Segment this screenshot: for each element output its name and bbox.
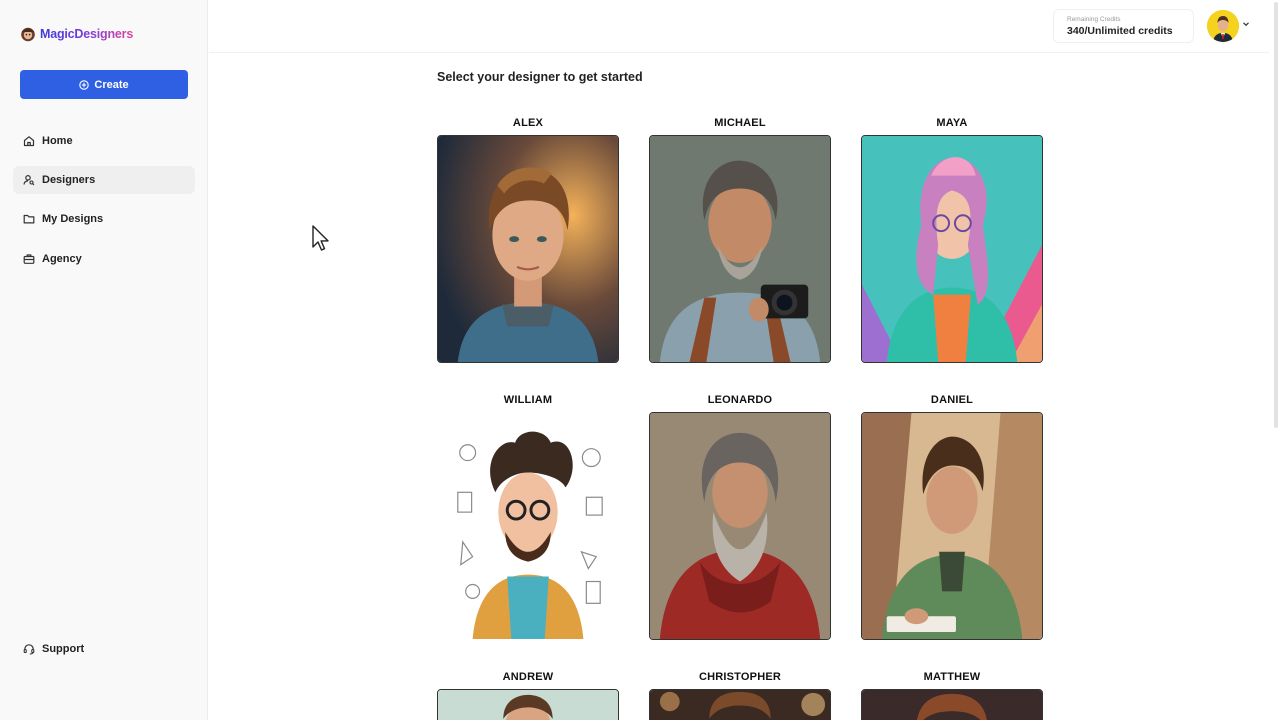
page-title: Select your designer to get started bbox=[437, 70, 643, 84]
designer-card-maya[interactable]: MAYA bbox=[861, 115, 1043, 363]
sidebar-item-home[interactable]: Home bbox=[13, 127, 195, 155]
sidebar: MagicDesigners Create Home Designers My … bbox=[0, 0, 208, 720]
sidebar-item-label: Agency bbox=[42, 253, 82, 265]
designer-portrait[interactable] bbox=[437, 689, 619, 720]
credits-label: Remaining Credits bbox=[1067, 16, 1121, 23]
designer-portrait[interactable] bbox=[437, 135, 619, 363]
scrollbar[interactable] bbox=[1272, 0, 1280, 430]
sidebar-item-support[interactable]: Support bbox=[13, 635, 195, 663]
designer-card-leonardo[interactable]: LEONARDO bbox=[649, 392, 831, 640]
mouse-cursor-icon bbox=[312, 225, 329, 251]
folder-icon bbox=[23, 214, 35, 224]
designer-name: MATTHEW bbox=[923, 671, 981, 683]
designer-portrait[interactable] bbox=[861, 412, 1043, 640]
logo-icon bbox=[20, 26, 36, 42]
sidebar-item-label: Designers bbox=[42, 174, 96, 186]
designer-card-christopher[interactable]: CHRISTOPHER bbox=[649, 669, 831, 720]
credits-value: 340/Unlimited credits bbox=[1067, 25, 1173, 37]
sidebar-item-my-designs[interactable]: My Designs bbox=[13, 205, 195, 233]
logo-text: MagicDesigners bbox=[40, 27, 134, 41]
sidebar-item-label: My Designs bbox=[42, 213, 104, 225]
designer-portrait[interactable] bbox=[437, 412, 619, 640]
designer-card-matthew[interactable]: MATTHEW bbox=[861, 669, 1043, 720]
designer-name: LEONARDO bbox=[707, 394, 773, 406]
designer-name: CHRISTOPHER bbox=[698, 671, 782, 683]
designer-name: DANIEL bbox=[930, 394, 974, 406]
sidebar-item-label: Home bbox=[42, 135, 73, 147]
create-button[interactable]: Create bbox=[20, 70, 188, 99]
designer-name: ALEX bbox=[512, 117, 544, 129]
designer-portrait[interactable] bbox=[649, 412, 831, 640]
designer-card-daniel[interactable]: DANIEL bbox=[861, 392, 1043, 640]
designer-card-alex[interactable]: ALEX bbox=[437, 115, 619, 363]
create-button-label: Create bbox=[94, 78, 129, 91]
plus-circle-icon bbox=[79, 79, 90, 90]
designer-portrait[interactable] bbox=[861, 689, 1043, 720]
sidebar-item-designers[interactable]: Designers bbox=[13, 166, 195, 194]
designer-name: ANDREW bbox=[502, 671, 554, 683]
app-window: MagicDesigners Create Home Designers My … bbox=[0, 0, 1280, 720]
sidebar-item-agency[interactable]: Agency bbox=[13, 245, 195, 273]
designer-portrait[interactable] bbox=[649, 135, 831, 363]
briefcase-icon bbox=[23, 254, 35, 264]
designer-card-michael[interactable]: MICHAEL bbox=[649, 115, 831, 363]
user-avatar[interactable] bbox=[1207, 10, 1239, 42]
designer-portrait[interactable] bbox=[649, 689, 831, 720]
designer-name: MAYA bbox=[936, 117, 968, 129]
designer-card-andrew[interactable]: ANDREW bbox=[437, 669, 619, 720]
scrollbar-thumb[interactable] bbox=[1274, 2, 1278, 428]
designer-name: MICHAEL bbox=[714, 117, 766, 129]
home-icon bbox=[23, 136, 35, 147]
user-search-icon bbox=[23, 174, 35, 186]
credits-panel: Remaining Credits 340/Unlimited credits bbox=[1053, 9, 1194, 43]
sidebar-item-label: Support bbox=[42, 643, 85, 655]
designer-card-william[interactable]: WILLIAM bbox=[437, 392, 619, 640]
header-divider bbox=[209, 52, 1269, 53]
headset-icon bbox=[23, 644, 35, 655]
designer-name: WILLIAM bbox=[503, 394, 553, 406]
chevron-down-icon[interactable] bbox=[1242, 20, 1250, 28]
logo[interactable]: MagicDesigners bbox=[20, 26, 133, 42]
designer-portrait[interactable] bbox=[861, 135, 1043, 363]
